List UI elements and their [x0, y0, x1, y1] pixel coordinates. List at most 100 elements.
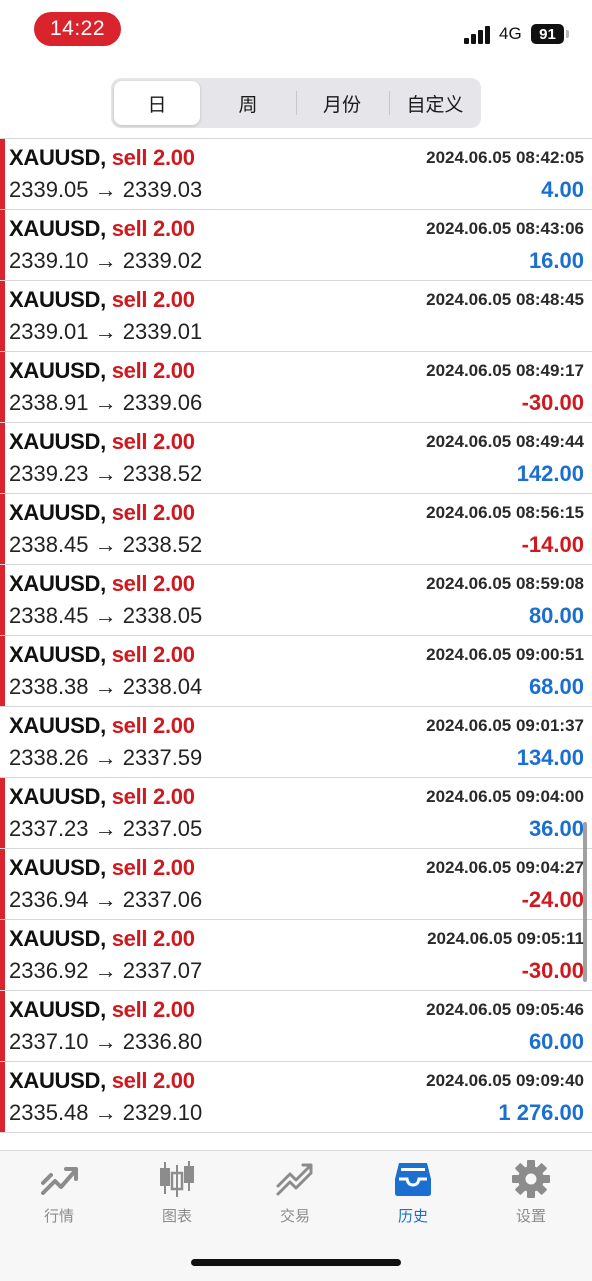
- symbol: XAUUSD,: [9, 429, 106, 454]
- trade-title: XAUUSD, sell 2.00: [9, 358, 195, 384]
- history-inbox-icon: [395, 1163, 431, 1196]
- order-side: sell 2.00: [111, 429, 195, 454]
- open-marker-bar: [0, 281, 5, 351]
- trade-row[interactable]: XAUUSD, sell 2.00 2338.91 → 2339.06 2024.0…: [0, 352, 592, 423]
- symbol: XAUUSD,: [9, 997, 106, 1022]
- symbol: XAUUSD,: [9, 855, 106, 880]
- open-close-prices: 2339.05 → 2339.03: [9, 177, 203, 202]
- trade-row[interactable]: XAUUSD, sell 2.00 2335.48 → 2329.10 2024.0…: [0, 1062, 592, 1133]
- trade-datetime: 2024.06.05 08:59:08: [426, 574, 584, 593]
- order-side: sell 2.00: [111, 1068, 195, 1093]
- trade-row[interactable]: XAUUSD, sell 2.00 2338.45 → 2338.05 2024.0…: [0, 565, 592, 636]
- segment-divider: [389, 91, 390, 115]
- trade-profit: 134.00: [516, 745, 584, 770]
- order-side: sell 2.00: [111, 713, 195, 738]
- network-type: 4G: [499, 24, 522, 43]
- trade-title: XAUUSD, sell 2.00: [9, 1068, 195, 1094]
- open-marker-bar: [0, 1062, 5, 1132]
- symbol: XAUUSD,: [9, 642, 106, 667]
- trade-profit: 68.00: [528, 674, 584, 699]
- open-close-prices: 2339.01 → 2339.01: [9, 319, 203, 344]
- trade-row[interactable]: XAUUSD, sell 2.00 2338.38 → 2338.04 2024.0…: [0, 636, 592, 707]
- open-marker-bar: [0, 849, 5, 919]
- trade-trend-icon: [276, 1163, 313, 1196]
- symbol: XAUUSD,: [9, 571, 106, 596]
- scroll-indicator[interactable]: [583, 822, 587, 982]
- home-indicator[interactable]: [191, 1259, 401, 1266]
- trade-history-list: XAUUSD, sell 2.00 2339.05 → 2339.03 2024.0…: [0, 138, 592, 1133]
- symbol: XAUUSD,: [9, 145, 106, 170]
- open-close-prices: 2336.94 → 2337.06: [9, 887, 203, 912]
- trade-profit: 36.00: [528, 816, 584, 841]
- open-marker-bar: [0, 494, 5, 564]
- gear-icon: [512, 1160, 550, 1198]
- trade-row[interactable]: XAUUSD, sell 2.00 2339.01 → 2339.01 2024.0…: [0, 281, 592, 352]
- order-side: sell 2.00: [111, 216, 195, 241]
- trade-row[interactable]: XAUUSD, sell 2.00 2339.05 → 2339.03 2024.0…: [0, 139, 592, 210]
- tab-week[interactable]: 周: [205, 81, 291, 125]
- open-close-prices: 2335.48 → 2329.10: [9, 1100, 203, 1125]
- order-side: sell 2.00: [111, 997, 195, 1022]
- order-side: sell 2.00: [111, 642, 195, 667]
- order-side: sell 2.00: [111, 855, 195, 880]
- trade-datetime: 2024.06.05 08:49:17: [426, 361, 584, 380]
- tab-trade[interactable]: 交易: [236, 1159, 354, 1239]
- open-close-prices: 2338.45 → 2338.05: [9, 603, 203, 628]
- trade-datetime: 2024.06.05 08:42:05: [426, 148, 584, 167]
- trade-datetime: 2024.06.05 09:05:11: [427, 929, 584, 948]
- symbol: XAUUSD,: [9, 216, 106, 241]
- trade-row[interactable]: XAUUSD, sell 2.00 2339.23 → 2338.52 2024.0…: [0, 423, 592, 494]
- trade-title: XAUUSD, sell 2.00: [9, 642, 195, 668]
- order-side: sell 2.00: [111, 145, 195, 170]
- symbol: XAUUSD,: [9, 784, 106, 809]
- trade-profit: -30.00: [521, 958, 584, 983]
- trade-title: XAUUSD, sell 2.00: [9, 429, 195, 455]
- open-close-prices: 2337.23 → 2337.05: [9, 816, 203, 841]
- open-marker-bar: [0, 423, 5, 493]
- trade-profit: -30.00: [521, 390, 584, 415]
- open-close-prices: 2337.10 → 2336.80: [9, 1029, 203, 1054]
- trade-title: XAUUSD, sell 2.00: [9, 926, 195, 952]
- trade-row[interactable]: XAUUSD, sell 2.00 2337.23 → 2337.05 2024.0…: [0, 778, 592, 849]
- battery-icon: 91: [531, 24, 564, 44]
- tab-charts[interactable]: 图表: [118, 1159, 236, 1239]
- trade-row[interactable]: XAUUSD, sell 2.00 2338.26 → 2337.59 2024.0…: [0, 707, 592, 778]
- trade-datetime: 2024.06.05 08:56:15: [426, 503, 584, 522]
- trade-row[interactable]: XAUUSD, sell 2.00 2336.94 → 2337.06 2024.0…: [0, 849, 592, 920]
- tab-quotes[interactable]: 行情: [0, 1159, 118, 1239]
- trade-row[interactable]: XAUUSD, sell 2.00 2339.10 → 2339.02 2024.0…: [0, 210, 592, 281]
- trade-title: XAUUSD, sell 2.00: [9, 145, 195, 171]
- tab-history[interactable]: 历史: [354, 1159, 472, 1239]
- quotes-icon: [41, 1167, 78, 1195]
- trade-row[interactable]: XAUUSD, sell 2.00 2338.45 → 2338.52 2024.0…: [0, 494, 592, 565]
- trade-datetime: 2024.06.05 09:00:51: [426, 645, 584, 664]
- candlestick-chart-icon: [160, 1161, 194, 1197]
- trade-profit: 142.00: [516, 461, 584, 486]
- trade-profit: 1 276.00: [498, 1100, 584, 1125]
- order-side: sell 2.00: [111, 287, 195, 312]
- tab-month[interactable]: 月份: [299, 81, 385, 125]
- trade-title: XAUUSD, sell 2.00: [9, 287, 195, 313]
- trade-profit: 16.00: [528, 248, 584, 273]
- trade-datetime: 2024.06.05 09:01:37: [426, 716, 584, 735]
- trade-title: XAUUSD, sell 2.00: [9, 216, 195, 242]
- tab-custom[interactable]: 自定义: [392, 81, 478, 125]
- open-close-prices: 2338.45 → 2338.52: [9, 532, 203, 557]
- order-side: sell 2.00: [111, 358, 195, 383]
- symbol: XAUUSD,: [9, 926, 106, 951]
- open-close-prices: 2338.38 → 2338.04: [9, 674, 203, 699]
- tab-day[interactable]: 日: [114, 81, 200, 125]
- symbol: XAUUSD,: [9, 500, 106, 525]
- tab-settings[interactable]: 设置: [472, 1159, 590, 1239]
- trade-title: XAUUSD, sell 2.00: [9, 784, 195, 810]
- trade-row[interactable]: XAUUSD, sell 2.00 2336.92 → 2337.07 2024.0…: [0, 920, 592, 991]
- trade-title: XAUUSD, sell 2.00: [9, 500, 195, 526]
- cellular-signal-icon: [464, 24, 492, 44]
- open-marker-bar: [0, 565, 5, 635]
- status-time[interactable]: 14:22: [34, 12, 121, 46]
- period-segmented-control: 日 周 月份 自定义: [111, 78, 481, 128]
- status-bar: 14:22 4G 91: [0, 0, 592, 62]
- trade-profit: 4.00: [541, 177, 584, 202]
- trade-row[interactable]: XAUUSD, sell 2.00 2337.10 → 2336.80 2024.0…: [0, 991, 592, 1062]
- open-marker-bar: [0, 210, 5, 280]
